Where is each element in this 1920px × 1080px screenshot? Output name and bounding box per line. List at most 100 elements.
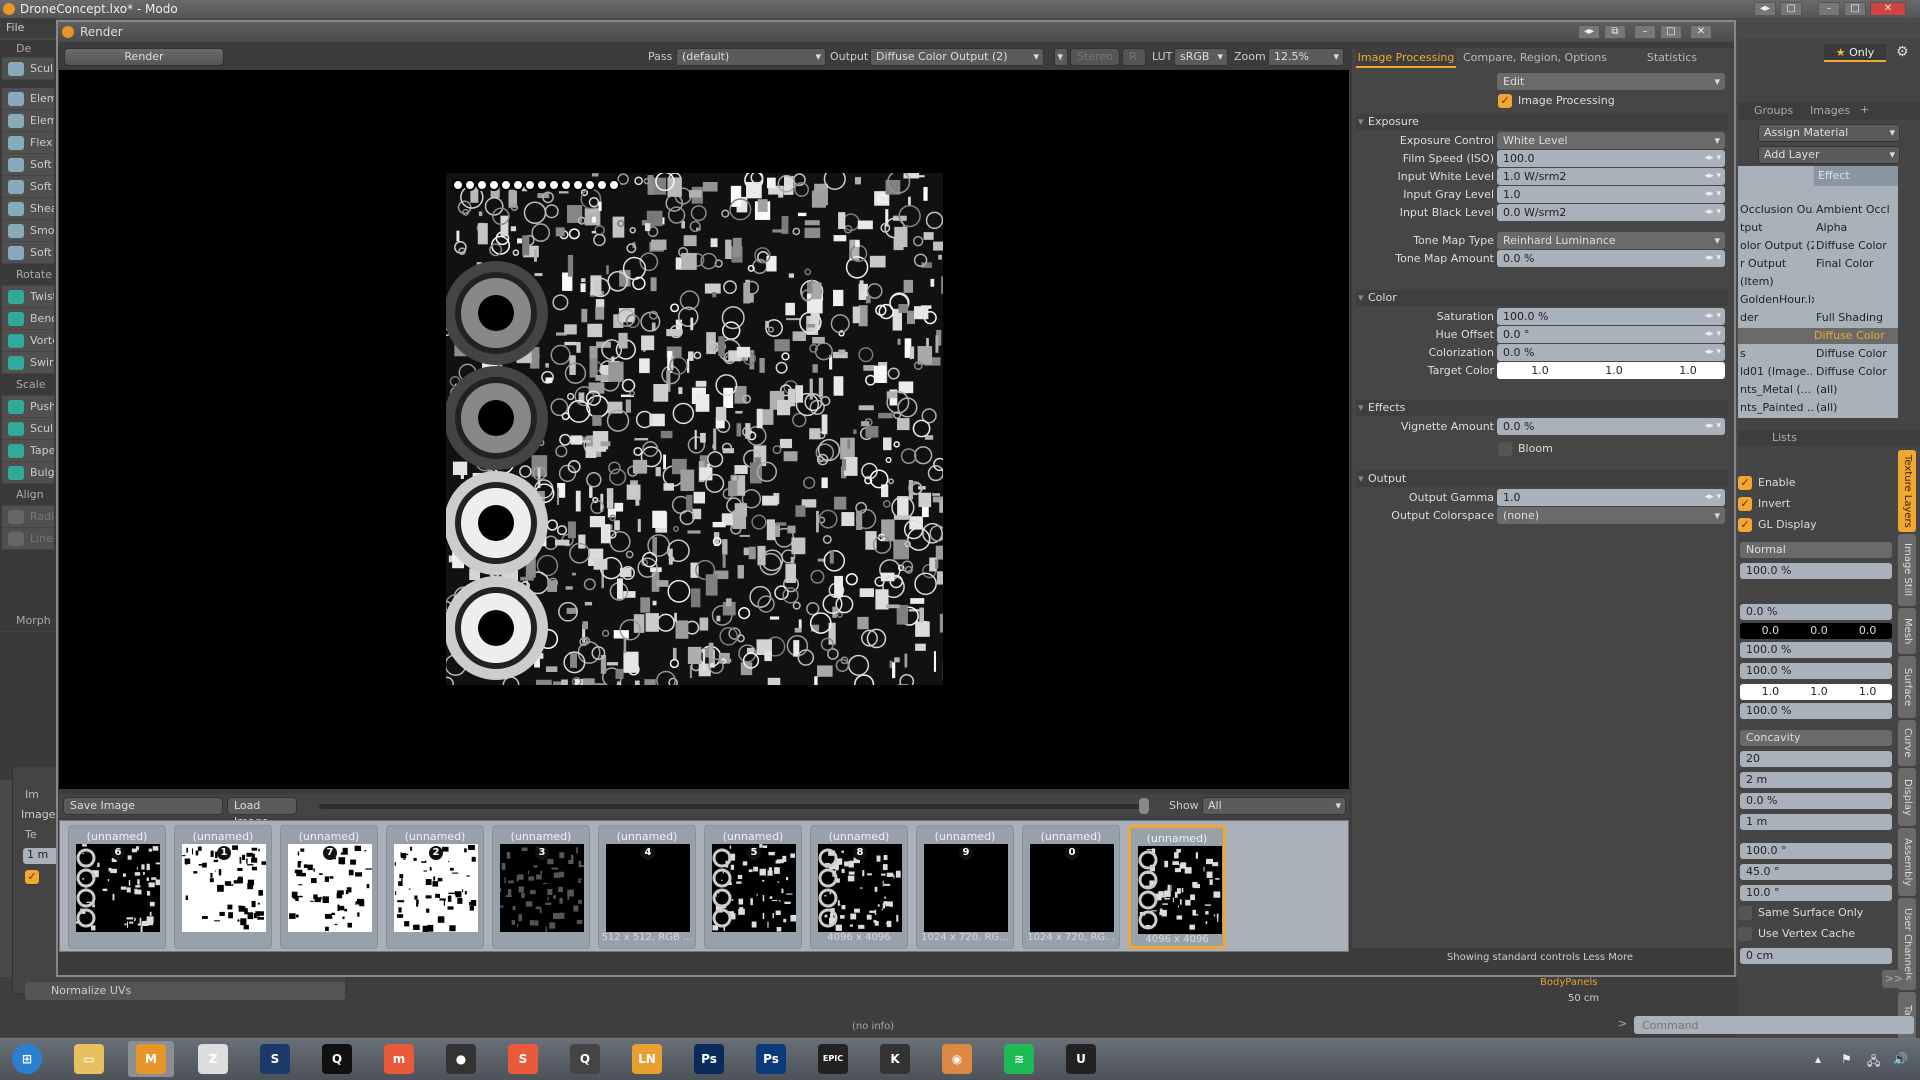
render-thumbnail[interactable]: (unnamed) 4096 x 4096 <box>1128 825 1226 949</box>
tool-flex[interactable]: Flex <box>2 132 54 154</box>
property-color1-input[interactable]: 0.0 0.0 0.0 <box>1740 623 1892 639</box>
render-nav-button[interactable]: ◂▸ <box>1578 25 1600 39</box>
assign-material-dropdown[interactable]: Assign Material <box>1758 124 1900 142</box>
color-component[interactable]: 0.0 <box>1810 623 1828 639</box>
app-close-button[interactable]: ✕ <box>1870 2 1906 16</box>
taskbar-steam[interactable]: S <box>252 1041 298 1077</box>
render-thumbnail[interactable]: (unnamed) 0 1024 x 720, RG... <box>1022 825 1120 949</box>
shader-tree-row[interactable]: Diffuse Color <box>1738 328 1898 344</box>
enable-checkbox[interactable]: ✓ <box>1738 476 1752 490</box>
tab-groups[interactable]: Groups <box>1754 104 1793 117</box>
taskbar-quixel[interactable]: Q <box>314 1041 360 1077</box>
output-colorspace-input[interactable]: (none) <box>1497 507 1725 524</box>
show-dropdown[interactable]: All <box>1202 797 1346 815</box>
zoom-dropdown[interactable]: 12.5% <box>1268 48 1344 66</box>
tool-sculpt[interactable]: Sculpt <box>2 58 54 80</box>
property-opacity-input[interactable]: 100.0 % <box>1740 563 1892 579</box>
only-toggle[interactable]: ★ Only <box>1824 44 1886 62</box>
menu-file[interactable]: File <box>0 18 56 38</box>
shader-tree-row[interactable]: nts_Painted ... (all) <box>1740 400 1890 416</box>
property-f4-input[interactable]: 100.0 % <box>1740 703 1892 719</box>
property-f1-input[interactable]: 0.0 % <box>1740 604 1892 620</box>
shader-tree-row[interactable]: s Diffuse Color <box>1740 346 1890 362</box>
tool-push[interactable]: Push <box>2 396 54 418</box>
render-button[interactable]: Render <box>64 48 224 66</box>
section-exposure[interactable]: Exposure <box>1356 114 1728 130</box>
render-viewport[interactable] <box>59 70 1349 789</box>
item-effect[interactable]: Diffuse Color <box>1816 238 1890 254</box>
stereo-right-button[interactable]: R <box>1122 48 1146 66</box>
tool-bend[interactable]: Bend <box>2 308 54 330</box>
app-nav-button[interactable]: ◂▸ <box>1754 2 1776 16</box>
shader-tree-row[interactable]: GoldenHour.lxe <box>1740 292 1890 308</box>
bloom-checkbox[interactable] <box>1498 442 1512 456</box>
item-effect[interactable]: (all) <box>1816 400 1890 416</box>
left-checkbox[interactable]: ✓ <box>25 870 39 884</box>
shader-tree-row[interactable]: olor Output (2) Diffuse Color <box>1740 238 1890 254</box>
property-f9-input[interactable]: 100.0 ° <box>1740 843 1892 859</box>
volume-icon[interactable]: 🔊 <box>1893 1052 1908 1066</box>
render-thumbnail[interactable]: (unnamed) 2 <box>386 825 484 949</box>
vtab-mesh[interactable]: Mesh <box>1898 608 1916 654</box>
render-minimize-button[interactable]: – <box>1634 25 1656 39</box>
input-white-input[interactable]: 1.0 W/srm2 <box>1497 168 1725 185</box>
taskbar-start[interactable]: ⊞ <box>4 1041 50 1077</box>
preset-dropdown[interactable]: Edit <box>1497 73 1725 90</box>
target-color-g[interactable]: 1.0 <box>1605 362 1623 379</box>
section-im[interactable]: Im <box>25 788 39 801</box>
thumbnail-size-slider[interactable] <box>319 804 1144 809</box>
section-output[interactable]: Output <box>1356 471 1728 487</box>
render-popout-button[interactable]: ⧉ <box>1604 25 1626 39</box>
property-f12-input[interactable]: 0 cm <box>1740 948 1892 964</box>
tool-sculpt[interactable]: Sculpt <box>2 418 54 440</box>
property-f7-input[interactable]: 0.0 % <box>1740 793 1892 809</box>
tool-element-falloff[interactable]: Element Falloff <box>2 110 54 132</box>
taskbar-photoshop[interactable]: Ps <box>686 1041 732 1077</box>
gl-display-checkbox[interactable]: ✓ <box>1738 518 1752 532</box>
input-black-input[interactable]: 0.0 W/srm2 <box>1497 204 1725 221</box>
tool-taper[interactable]: Taper <box>2 440 54 462</box>
colorization-input[interactable]: 0.0 % <box>1497 344 1725 361</box>
target-color-input[interactable]: 1.0 1.0 1.0 <box>1497 362 1725 379</box>
render-thumbnail[interactable]: (unnamed) 5 <box>704 825 802 949</box>
item-effect[interactable]: Ambient Occlu ... <box>1816 202 1890 218</box>
tool-soft-move[interactable]: Soft Move <box>2 176 54 198</box>
tool-scale[interactable]: Scale <box>2 374 54 396</box>
item-effect[interactable]: (all) <box>1816 382 1890 398</box>
shader-tree-row[interactable]: Occlusion Ou...Ambient Occlu ... <box>1740 202 1890 218</box>
taskbar-photoshop-2[interactable]: Ps <box>748 1041 794 1077</box>
item-effect[interactable]: Diffuse Color <box>1814 328 1888 344</box>
taskbar-ln[interactable]: LN <box>624 1041 670 1077</box>
render-thumbnail[interactable]: (unnamed) 8 4096 x 4096 <box>810 825 908 949</box>
color-component[interactable]: 1.0 <box>1859 684 1877 700</box>
load-image-button[interactable]: Load Image <box>227 797 297 828</box>
tool-shear[interactable]: Shear <box>2 198 54 220</box>
slider-handle[interactable] <box>1139 798 1149 814</box>
taskbar-substance[interactable]: ● <box>438 1041 484 1077</box>
render-thumbnail[interactable]: (unnamed) 7 <box>280 825 378 949</box>
tray-expand-icon[interactable]: ▴ <box>1815 1052 1821 1066</box>
app-restore-layout-button[interactable]: ▢ <box>1780 2 1802 16</box>
app-maximize-button[interactable]: □ <box>1844 2 1866 16</box>
normalize-uvs-button[interactable]: Normalize UVs <box>25 982 345 1000</box>
color-component[interactable]: 0.0 <box>1859 623 1877 639</box>
property-f3-input[interactable]: 100.0 % <box>1740 663 1892 679</box>
vtab-curve[interactable]: Curve <box>1898 720 1916 766</box>
color-component[interactable]: 1.0 <box>1762 684 1780 700</box>
property-f6-input[interactable]: 2 m <box>1740 772 1892 788</box>
tool-radial[interactable]: Radial <box>2 506 54 528</box>
taskbar-search[interactable]: Q <box>562 1041 608 1077</box>
taskbar-slides[interactable]: S <box>500 1041 546 1077</box>
tone-map-amount-input[interactable]: 0.0 % <box>1497 250 1725 267</box>
property-color2-input[interactable]: 1.0 1.0 1.0 <box>1740 684 1892 700</box>
tool-rotate[interactable]: Rotate <box>2 264 54 286</box>
shader-tree-row[interactable]: der Full Shading <box>1740 310 1890 326</box>
item-effect[interactable]: Alpha <box>1816 220 1890 236</box>
render-thumbnail[interactable]: (unnamed) 1 <box>174 825 272 949</box>
hue-offset-input[interactable]: 0.0 ° <box>1497 326 1725 343</box>
render-thumbnail[interactable]: (unnamed) 9 1024 x 720, RG... <box>916 825 1014 949</box>
effect-column-header[interactable]: Effect <box>1814 166 1898 186</box>
tool-swirl[interactable]: Swirl <box>2 352 54 374</box>
image-processing-checkbox[interactable]: ✓ <box>1498 94 1512 108</box>
property-f8-input[interactable]: 1 m <box>1740 814 1892 830</box>
